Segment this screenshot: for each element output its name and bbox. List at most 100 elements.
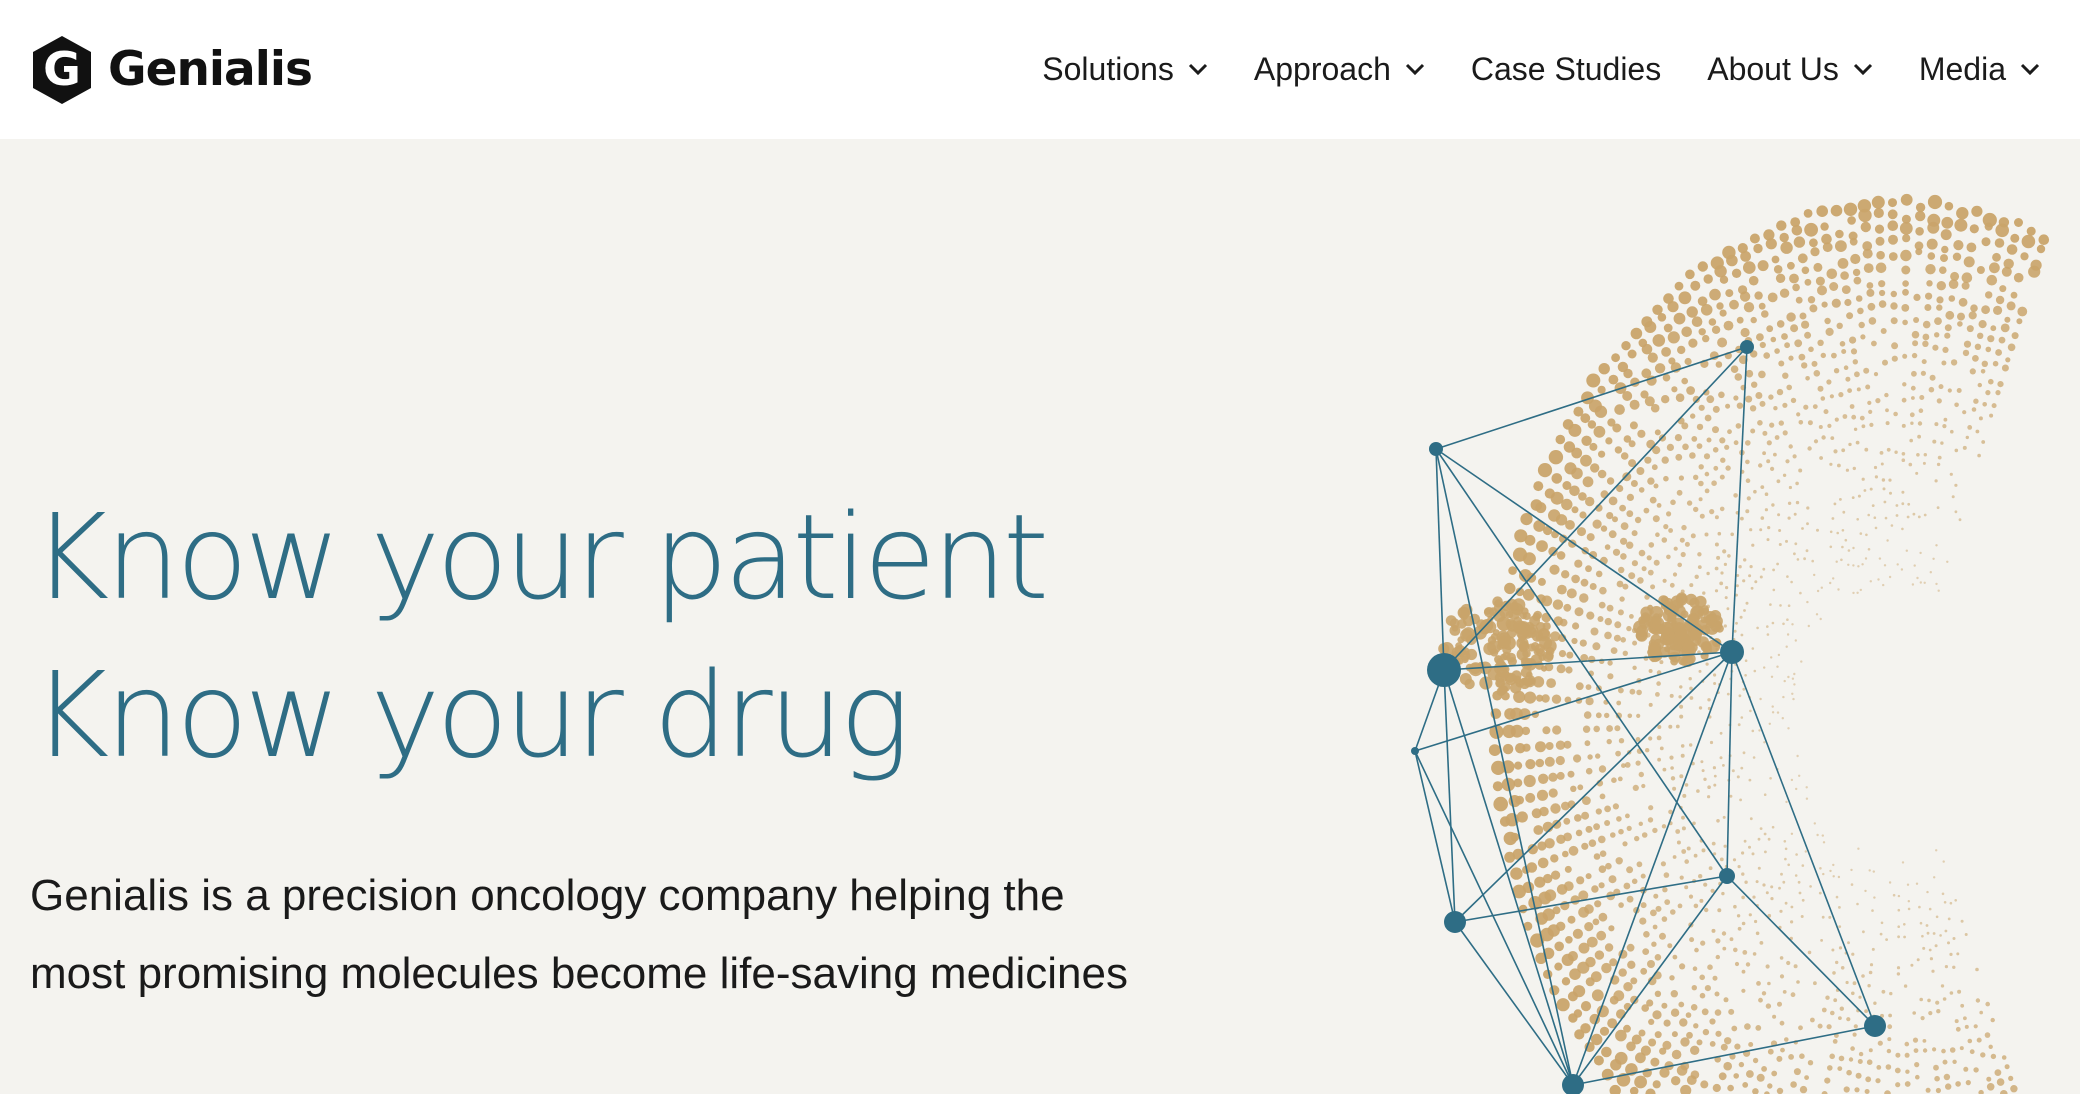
- cloud-dot: [1864, 447, 1869, 452]
- molecular-network-illustration: [1411, 193, 2050, 1094]
- cloud-dot: [1717, 908, 1722, 913]
- nav-item-case-studies[interactable]: Case Studies: [1471, 51, 1661, 88]
- nav-item-solutions[interactable]: Solutions: [1042, 51, 1208, 88]
- cloud-dot: [1556, 551, 1566, 560]
- cloud-dot: [1638, 549, 1646, 557]
- cloud-dot: [1776, 1055, 1783, 1062]
- cloud-dot: [1595, 753, 1601, 759]
- cloud-dot: [1741, 851, 1745, 855]
- cloud-dot: [1768, 394, 1774, 400]
- cloud-dot: [1857, 565, 1860, 568]
- cloud-dot: [1759, 575, 1763, 579]
- cloud-dot: [1978, 320, 1987, 329]
- cloud-dot: [1995, 390, 2001, 396]
- nav-item-about-us[interactable]: About Us: [1707, 51, 1873, 88]
- cloud-dot: [1579, 639, 1587, 647]
- network-node: [1740, 340, 1754, 354]
- cloud-dot: [1785, 800, 1788, 804]
- cloud-dot: [1829, 545, 1833, 549]
- cloud-dot: [1829, 530, 1833, 534]
- cloud-dot: [1638, 821, 1643, 826]
- cloud-dot: [1662, 578, 1667, 583]
- cloud-dot: [1598, 912, 1608, 922]
- cloud-dot: [1464, 678, 1475, 690]
- genialis-logo-link[interactable]: G Genialis: [30, 34, 313, 106]
- cloud-dot: [1694, 574, 1699, 579]
- cloud-dot: [1947, 917, 1951, 921]
- cloud-dot: [1610, 832, 1616, 838]
- cloud-dot: [1859, 415, 1865, 421]
- cloud-dot: [1837, 588, 1840, 591]
- cloud-dot: [2036, 244, 2046, 254]
- cloud-dot: [2000, 1090, 2008, 1094]
- cloud-dot: [1822, 872, 1825, 876]
- cloud-dot: [1667, 615, 1677, 625]
- cloud-dot: [1615, 857, 1623, 865]
- cloud-dot: [1488, 744, 1501, 756]
- cloud-dot: [1655, 905, 1662, 912]
- nav-item-media[interactable]: Media: [1919, 51, 2040, 88]
- cloud-dot: [1696, 1039, 1703, 1046]
- cloud-dot: [1647, 648, 1655, 656]
- cloud-dot: [1622, 650, 1628, 656]
- cloud-dot: [1942, 424, 1947, 429]
- cloud-dot: [1740, 633, 1744, 637]
- cloud-dot: [1929, 374, 1936, 381]
- cloud-dot: [1838, 906, 1841, 909]
- cloud-dot: [1562, 481, 1572, 490]
- cloud-dot: [1777, 1001, 1782, 1007]
- cloud-dot: [1813, 262, 1823, 272]
- cloud-dot: [1746, 1070, 1754, 1078]
- cloud-dot: [1566, 588, 1577, 599]
- cloud-dot: [1764, 508, 1768, 512]
- cloud-dot: [1604, 943, 1614, 952]
- cloud-dot: [1879, 932, 1883, 936]
- cloud-dot: [1581, 842, 1589, 850]
- cloud-dot: [1771, 711, 1775, 714]
- cloud-dot: [1901, 861, 1905, 864]
- cloud-dot: [1989, 413, 1994, 418]
- cloud-dot: [1875, 1078, 1881, 1084]
- cloud-dot: [1772, 588, 1776, 592]
- cloud-dot: [1935, 849, 1938, 852]
- cloud-dot: [1674, 627, 1688, 640]
- cloud-dot: [1992, 360, 1999, 367]
- cloud-dot: [1608, 496, 1618, 506]
- cloud-dot: [1782, 880, 1786, 884]
- cloud-dot: [1706, 571, 1710, 576]
- nav-item-approach[interactable]: Approach: [1254, 51, 1425, 88]
- cloud-dot: [1753, 243, 1763, 254]
- cloud-dot: [1821, 301, 1828, 308]
- cloud-dot: [1865, 384, 1871, 390]
- cloud-dot: [1774, 348, 1780, 354]
- cloud-dot: [1867, 400, 1872, 405]
- cloud-dot: [1733, 904, 1737, 909]
- cloud-dot: [1793, 512, 1797, 516]
- cloud-dot: [1973, 1067, 1979, 1073]
- cloud-dot: [1518, 643, 1528, 653]
- cloud-dot: [1500, 653, 1508, 661]
- cloud-dot: [1801, 266, 1810, 275]
- cloud-dot: [1778, 529, 1782, 532]
- cloud-dot: [1750, 428, 1756, 434]
- cloud-dot: [1846, 1069, 1852, 1076]
- cloud-dot: [1725, 465, 1731, 471]
- cloud-dot: [1964, 1024, 1969, 1029]
- cloud-dot: [1766, 625, 1769, 628]
- cloud-dot: [1569, 968, 1581, 980]
- cloud-dot: [1859, 588, 1862, 592]
- cloud-dot: [1689, 696, 1694, 700]
- cloud-dot: [1881, 478, 1886, 482]
- cloud-dot: [1690, 1045, 1700, 1055]
- cloud-dot: [1959, 1046, 1964, 1051]
- cloud-dot: [1707, 795, 1711, 799]
- cloud-dot: [1678, 291, 1692, 305]
- cloud-dot: [1541, 612, 1552, 623]
- cloud-dot: [1580, 1001, 1592, 1012]
- cloud-dot: [1593, 823, 1600, 831]
- cloud-dot: [1648, 1018, 1655, 1025]
- cloud-dot: [1866, 282, 1874, 289]
- cloud-dot: [1515, 743, 1526, 754]
- cloud-dot: [1966, 325, 1974, 333]
- cloud-dot: [1871, 947, 1875, 951]
